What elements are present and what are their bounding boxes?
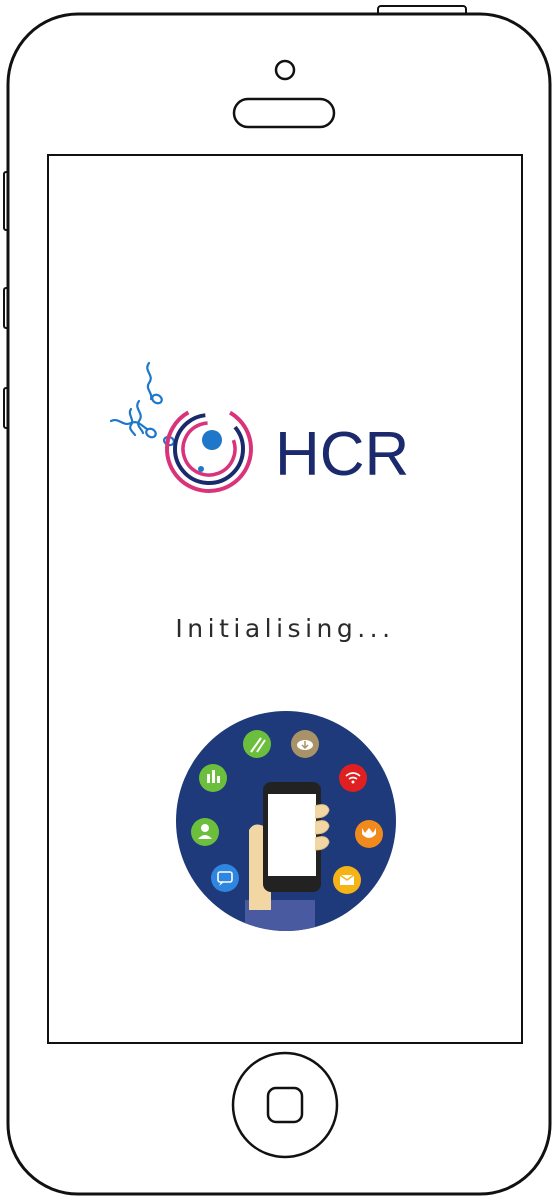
email-icon [333,866,361,894]
logo-nucleus [202,430,222,450]
fingers [314,804,330,851]
sperm-icon [243,730,271,758]
handheld-phone-screen [268,794,316,876]
hcr-logo: HCR [109,361,409,493]
bar-chart-icon [199,764,227,792]
loading-status-text: Initialising... [175,614,395,643]
wifi-icon [339,764,367,792]
logo-dot [198,466,204,472]
cloud-download-icon [291,730,319,758]
sperm-icon [109,361,175,447]
chat-icon [211,864,239,892]
mobile-apps-illustration [176,711,396,931]
splash-screen: HCR Initialising... [49,156,521,1042]
crown-icon [355,820,383,848]
brand-name: HCR [275,420,409,489]
user-icon [191,818,219,846]
